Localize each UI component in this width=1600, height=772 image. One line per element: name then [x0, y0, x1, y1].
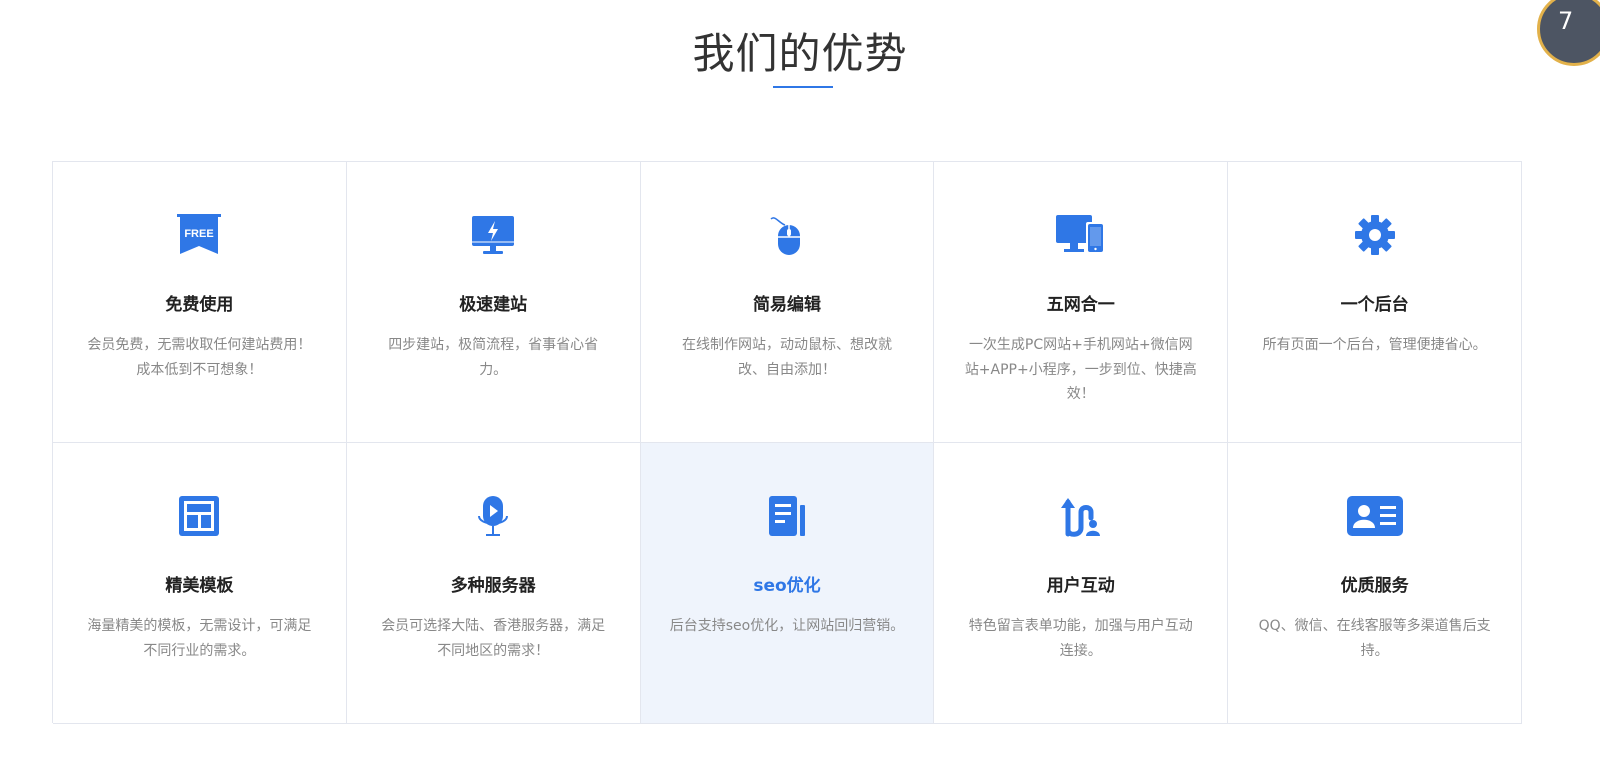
feature-desc: 会员可选择大陆、香港服务器，满足不同地区的需求！ [381, 618, 606, 659]
desktop-mobile-icon [1051, 212, 1111, 258]
feature-desc: 特色留言表单功能，加强与用户互动连接。 [968, 618, 1193, 659]
features-grid: FREE 免费使用 会员免费，无需收取任何建站费用！成本低到不可想象！ 极速建站… [52, 161, 1522, 724]
feature-card-service[interactable]: 优质服务 QQ、微信、在线客服等多渠道售后支持。 [1228, 443, 1522, 724]
monitor-lightning-icon [463, 212, 523, 258]
feature-desc: 一次生成PC网站+手机网站+微信网站+APP+小程序，一步到位、快捷高效！ [964, 337, 1197, 402]
feature-desc: 会员免费，无需收取任何建站费用！成本低到不可想象！ [87, 337, 312, 378]
feature-title: 五网合一 [1046, 295, 1115, 315]
feature-title: 优质服务 [1340, 576, 1409, 596]
feature-card-five-in-one[interactable]: 五网合一 一次生成PC网站+手机网站+微信网站+APP+小程序，一步到位、快捷高… [934, 162, 1229, 443]
user-interaction-icon [1051, 493, 1111, 539]
free-ribbon-icon: FREE [169, 212, 229, 258]
section-title: 我们的优势 [692, 29, 908, 78]
template-layout-icon [169, 493, 229, 539]
feature-card-easy-edit[interactable]: 简易编辑 在线制作网站，动动鼠标、想改就改、自由添加！ [640, 162, 935, 443]
document-icon [757, 493, 817, 539]
feature-card-servers[interactable]: 多种服务器 会员可选择大陆、香港服务器，满足不同地区的需求！ [346, 443, 641, 724]
gear-icon [1345, 212, 1405, 258]
feature-desc: 所有页面一个后台，管理便捷省心。 [1262, 337, 1487, 353]
feature-desc: 后台支持seo优化，让网站回归营销。 [669, 618, 905, 634]
feature-title: 简易编辑 [752, 295, 821, 315]
feature-title: seo优化 [753, 576, 821, 596]
feature-title: 一个后台 [1340, 295, 1409, 315]
feature-title: 免费使用 [165, 295, 234, 315]
feature-card-fast-build[interactable]: 极速建站 四步建站，极简流程，省事省心省力。 [346, 162, 641, 443]
feature-desc: 在线制作网站，动动鼠标、想改就改、自由添加！ [681, 337, 892, 378]
feature-title: 用户互动 [1046, 576, 1115, 596]
svg-text:FREE: FREE [185, 228, 214, 240]
feature-title: 极速建站 [459, 295, 528, 315]
feature-desc: 四步建站，极简流程，省事省心省力。 [388, 337, 599, 378]
mouse-icon [757, 212, 817, 258]
feature-title: 多种服务器 [450, 576, 536, 596]
feature-card-templates[interactable]: 精美模板 海量精美的模板，无需设计，可满足不同行业的需求。 [53, 443, 347, 724]
feature-title: 精美模板 [165, 576, 234, 596]
feature-card-free[interactable]: FREE 免费使用 会员免费，无需收取任何建站费用！成本低到不可想象！ [53, 162, 347, 443]
feature-card-seo[interactable]: seo优化 后台支持seo优化，让网站回归营销。 [640, 443, 935, 724]
feature-desc: 海量精美的模板，无需设计，可满足不同行业的需求。 [87, 618, 312, 659]
badge-text: 7 [1558, 7, 1574, 35]
id-card-icon [1345, 493, 1405, 539]
feature-card-one-backend[interactable]: 一个后台 所有页面一个后台，管理便捷省心。 [1228, 162, 1522, 443]
microphone-play-icon [463, 493, 523, 539]
title-underline [773, 86, 833, 88]
feature-desc: QQ、微信、在线客服等多渠道售后支持。 [1258, 618, 1491, 659]
feature-card-interaction[interactable]: 用户互动 特色留言表单功能，加强与用户互动连接。 [934, 443, 1229, 724]
